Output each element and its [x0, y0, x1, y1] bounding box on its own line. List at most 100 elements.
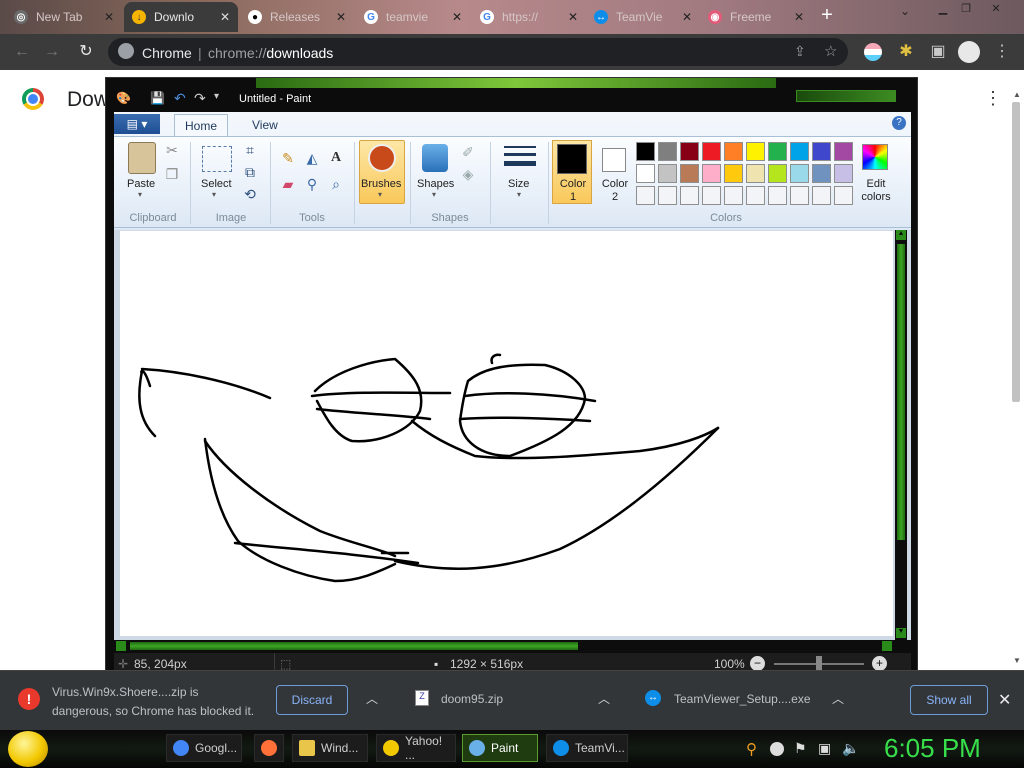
palette-swatch[interactable]: [746, 186, 765, 205]
zoom-in-icon[interactable]: +: [872, 656, 887, 671]
palette-swatch[interactable]: [768, 142, 787, 161]
side-panel-icon[interactable]: ▣: [928, 42, 948, 62]
taskbar-item-teamviewer[interactable]: TeamVi...: [546, 734, 628, 762]
save-icon[interactable]: 💾: [150, 91, 165, 105]
close-icon[interactable]: ✕: [332, 10, 346, 24]
palette-swatch[interactable]: [702, 142, 721, 161]
color-picker-icon[interactable]: ⚲: [302, 174, 322, 194]
tab-releases[interactable]: ● Releases ✕: [240, 2, 354, 32]
palette-swatch[interactable]: [724, 164, 743, 183]
quick-access-dropdown-icon[interactable]: ▾: [214, 91, 219, 102]
drawing-canvas[interactable]: [120, 231, 893, 636]
rotate-icon[interactable]: ⟲: [240, 184, 260, 204]
color2-swatch[interactable]: [602, 148, 626, 172]
resize-icon[interactable]: ⧉: [240, 162, 260, 182]
tab-downloads[interactable]: ↓ Downlo ✕: [124, 2, 238, 32]
messenger-tray-icon[interactable]: [770, 742, 784, 756]
taskbar-clock[interactable]: 6:05 PM: [884, 733, 981, 764]
select-button[interactable]: Select: [201, 178, 232, 190]
close-icon[interactable]: ✕: [448, 10, 462, 24]
size-button[interactable]: Size: [508, 178, 529, 190]
tab-new-tab[interactable]: ◎ New Tab ✕: [6, 2, 122, 32]
color2-button[interactable]: Color 2: [598, 178, 632, 204]
shapes-icon[interactable]: [422, 144, 448, 172]
tab-https[interactable]: G https:// ✕: [472, 2, 586, 32]
palette-swatch[interactable]: [812, 164, 831, 183]
palette-swatch[interactable]: [746, 164, 765, 183]
tab-search-icon[interactable]: ⌄: [900, 4, 910, 18]
chevron-up-icon[interactable]: ︿: [366, 690, 378, 707]
palette-swatch[interactable]: [834, 164, 853, 183]
volume-icon[interactable]: 🔈: [842, 740, 859, 757]
close-icon[interactable]: ✕: [564, 10, 578, 24]
tab-home[interactable]: Home: [174, 114, 229, 136]
palette-swatch[interactable]: [768, 164, 787, 183]
more-options-icon[interactable]: ⋮: [984, 88, 1002, 109]
eraser-icon[interactable]: ▰: [278, 174, 298, 194]
close-icon[interactable]: ✕: [216, 10, 230, 24]
palette-swatch[interactable]: [834, 186, 853, 205]
select-dropdown-icon[interactable]: ▾: [212, 190, 216, 199]
taskbar-item-chrome[interactable]: Googl...: [166, 734, 242, 762]
palette-swatch[interactable]: [768, 186, 787, 205]
paste-dropdown-icon[interactable]: ▾: [138, 190, 142, 199]
palette-swatch[interactable]: [680, 142, 699, 161]
canvas-horizontal-scrollbar[interactable]: [116, 640, 894, 652]
page-scrollbar[interactable]: ▲ ▼: [1010, 90, 1022, 670]
tab-freeme[interactable]: ◉ Freeme ✕: [700, 2, 812, 32]
palette-swatch[interactable]: [724, 142, 743, 161]
tab-view[interactable]: View: [242, 114, 288, 136]
profile-flag-icon[interactable]: [864, 43, 882, 61]
palette-swatch[interactable]: [834, 142, 853, 161]
crop-icon[interactable]: ⌗: [240, 140, 260, 160]
size-icon[interactable]: [504, 146, 536, 170]
paste-button[interactable]: Paste: [127, 178, 155, 190]
new-tab-button[interactable]: +: [816, 4, 838, 28]
palette-swatch[interactable]: [702, 186, 721, 205]
palette-swatch[interactable]: [790, 142, 809, 161]
cut-icon[interactable]: ✂: [162, 140, 182, 160]
palette-swatch[interactable]: [636, 164, 655, 183]
palette-swatch[interactable]: [658, 142, 677, 161]
close-downloads-bar-icon[interactable]: ✕: [998, 690, 1011, 710]
paste-icon[interactable]: [128, 142, 156, 174]
share-icon[interactable]: ⇪: [794, 43, 806, 60]
restore-icon[interactable]: ❐: [958, 2, 974, 16]
taskbar-item-firefox[interactable]: [254, 734, 284, 762]
menu-icon[interactable]: ⋮: [992, 42, 1012, 62]
palette-swatch[interactable]: [658, 186, 677, 205]
forward-icon[interactable]: →: [42, 42, 62, 62]
chevron-up-icon[interactable]: ︿: [832, 690, 844, 707]
download-item-doom95[interactable]: doom95.zip: [441, 692, 503, 706]
help-icon[interactable]: ?: [892, 116, 906, 130]
zoom-out-icon[interactable]: −: [750, 656, 765, 671]
edit-colors-button[interactable]: Edit colors: [858, 178, 894, 204]
start-button[interactable]: [8, 731, 48, 767]
palette-swatch[interactable]: [746, 142, 765, 161]
bookmark-star-icon[interactable]: ☆: [824, 42, 837, 60]
select-icon[interactable]: [202, 146, 232, 172]
fill-icon[interactable]: ◭: [302, 148, 322, 168]
palette-swatch[interactable]: [680, 164, 699, 183]
palette-swatch[interactable]: [658, 164, 677, 183]
tab-teamviewer-search[interactable]: G teamvie ✕: [356, 2, 470, 32]
close-icon[interactable]: ✕: [678, 10, 692, 24]
text-icon[interactable]: A: [326, 148, 346, 168]
palette-swatch[interactable]: [702, 164, 721, 183]
download-item-teamviewer[interactable]: TeamViewer_Setup....exe: [674, 692, 811, 706]
file-menu-button[interactable]: ▤ ▾: [114, 114, 160, 134]
shapes-dropdown-icon[interactable]: ▾: [432, 190, 436, 199]
chevron-up-icon[interactable]: ︿: [598, 690, 610, 707]
palette-swatch[interactable]: [812, 142, 831, 161]
redo-icon[interactable]: ↷: [194, 90, 206, 107]
close-icon[interactable]: ✕: [790, 10, 804, 24]
size-dropdown-icon[interactable]: ▾: [517, 190, 521, 199]
outline-icon[interactable]: ✐: [458, 142, 478, 162]
extensions-icon[interactable]: ✱: [896, 42, 916, 62]
reload-icon[interactable]: ↻: [76, 42, 96, 62]
palette-swatch[interactable]: [790, 186, 809, 205]
address-bar[interactable]: Chrome | chrome://downloads ⇪ ☆: [108, 38, 848, 66]
window-controls[interactable]: [796, 90, 896, 102]
magnifier-icon[interactable]: ⌕: [326, 174, 346, 194]
canvas-vertical-scrollbar[interactable]: ▲ ▼: [895, 230, 907, 640]
